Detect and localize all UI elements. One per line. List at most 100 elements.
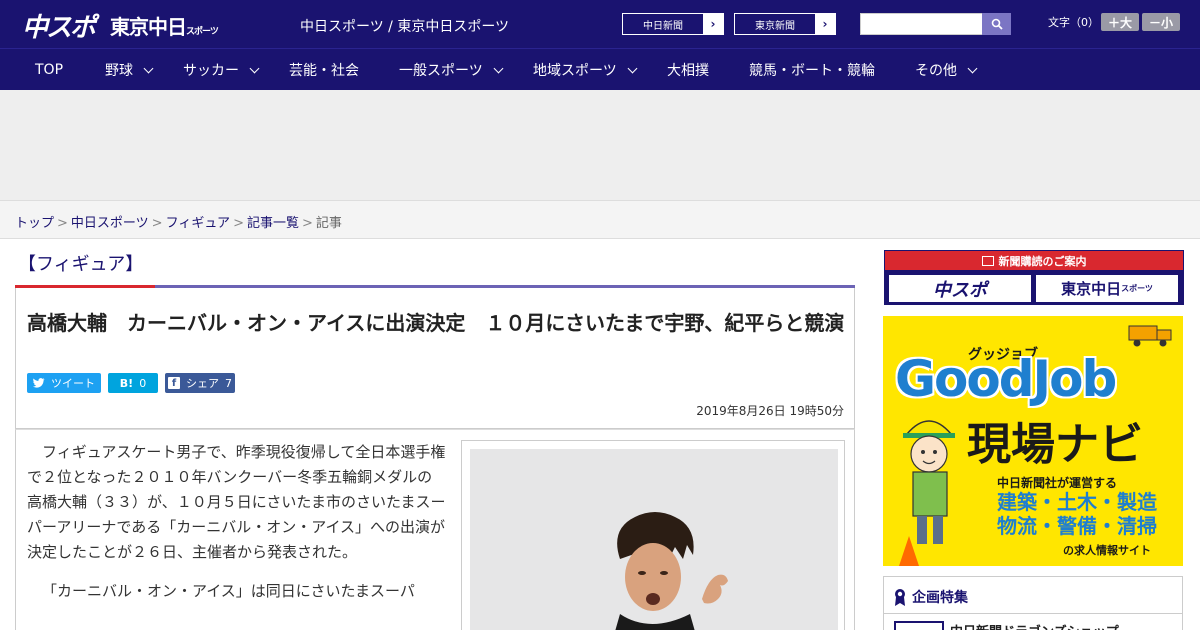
chevron-right-icon: › bbox=[815, 14, 835, 34]
hatena-count: 0 bbox=[139, 376, 147, 390]
chevron-down-icon bbox=[249, 63, 260, 73]
subscription-heading: 新聞購読のご案内 bbox=[885, 251, 1183, 270]
goodjob-categories: 建築・土木・製造 物流・警備・清掃 bbox=[997, 490, 1157, 538]
nav-label: 地域スポーツ bbox=[533, 63, 617, 79]
nav-item-entertainment[interactable]: 芸能・社会 bbox=[289, 49, 359, 91]
subscribe-tokyo-chunichi-logo[interactable]: 東京中日 スポーツ bbox=[1036, 275, 1178, 302]
article-paragraph: 「カーニバル・オン・アイス」は同日にさいたまスーパ bbox=[42, 582, 415, 600]
goodjob-title: GoodJob bbox=[895, 350, 1117, 408]
hatena-icon: B! bbox=[119, 376, 134, 390]
facebook-share-button[interactable]: f シェア 7 bbox=[165, 373, 235, 393]
nav-label: 芸能・社会 bbox=[289, 63, 359, 79]
article-photo-frame bbox=[461, 440, 845, 630]
nav-label: 野球 bbox=[105, 63, 133, 79]
goodjob-operator: 中日新聞社が運営する bbox=[997, 476, 1118, 490]
goodjob-categories-1: 建築・土木・製造 bbox=[997, 490, 1157, 514]
tokyo-logo-small: スポーツ bbox=[186, 27, 219, 37]
search-button[interactable] bbox=[982, 13, 1011, 35]
breadcrumb-separator: > bbox=[301, 216, 313, 231]
hatena-bookmark-button[interactable]: B! 0 bbox=[108, 373, 158, 393]
worker-mascot-icon bbox=[899, 420, 955, 566]
font-smaller-button[interactable]: －小 bbox=[1142, 13, 1180, 31]
nav-label: 大相撲 bbox=[667, 63, 709, 79]
facebook-share-label: シェア bbox=[186, 377, 219, 390]
article-date: 2019年8月26日 19時50分 bbox=[696, 404, 844, 418]
tweet-button[interactable]: ツイート bbox=[27, 373, 101, 393]
chunichi-shimbun-label: 中日新聞 bbox=[643, 20, 683, 32]
feature-title: 企画特集 bbox=[894, 587, 968, 607]
tokyo-logo-text: 東京中日 bbox=[110, 15, 187, 39]
newspaper-icon bbox=[981, 255, 994, 266]
nav-label: 一般スポーツ bbox=[399, 63, 483, 79]
breadcrumb-chunichi-sports[interactable]: 中日スポーツ bbox=[71, 216, 149, 231]
nav-item-top[interactable]: TOP bbox=[35, 49, 63, 91]
article-category: 【フィギュア】 bbox=[18, 254, 144, 275]
feature-item-dragons-shop[interactable]: 中日新聞ドラゴンズショップ bbox=[950, 621, 1119, 630]
article-paragraph: フィギュアスケート男子で、昨季現役復帰して全日本選手権で２位となった２０１０年バ… bbox=[27, 443, 446, 561]
breadcrumb: トップ > 中日スポーツ > フィギュア > 記事一覧 > 記事 bbox=[15, 212, 342, 231]
facebook-icon: f bbox=[168, 377, 180, 389]
feature-divider bbox=[884, 613, 1182, 614]
dragons-shop-thumbnail[interactable] bbox=[894, 621, 944, 630]
nav-item-racing[interactable]: 競馬・ボート・競輪 bbox=[749, 49, 875, 91]
tokyo-chunichi-logo[interactable]: 東京中日スポーツ bbox=[110, 11, 219, 40]
chevron-down-icon bbox=[143, 63, 154, 73]
breadcrumb-separator: > bbox=[233, 216, 244, 231]
nav-item-baseball[interactable]: 野球 bbox=[105, 49, 154, 91]
nav-label: その他 bbox=[915, 63, 957, 79]
tweet-label: ツイート bbox=[51, 377, 95, 390]
search-icon bbox=[991, 18, 1003, 30]
article-photo[interactable] bbox=[470, 449, 838, 630]
goodjob-ad[interactable]: グッジョブ GoodJob 現場ナビ 中日新聞社が運営する 建築・土木・製造 物… bbox=[883, 316, 1183, 566]
feature-title-text: 企画特集 bbox=[912, 590, 968, 606]
breadcrumb-bar: トップ > 中日スポーツ > フィギュア > 記事一覧 > 記事 bbox=[0, 200, 1200, 239]
goodjob-tagline: の求人情報サイト bbox=[1063, 544, 1151, 557]
site-names: 中日スポーツ / 東京中日スポーツ bbox=[300, 19, 510, 35]
facebook-share-count: 7 bbox=[225, 376, 232, 390]
nav-label: サッカー bbox=[183, 63, 239, 79]
article-header: 高橋大輔 カーニバル・オン・アイスに出演決定 １０月にさいたまで宇野、紀平らと競… bbox=[15, 288, 855, 429]
top-header: 中スポ 東京中日スポーツ 中日スポーツ / 東京中日スポーツ 中日新聞 › 東京… bbox=[0, 0, 1200, 48]
feature-box: 企画特集 中日新聞ドラゴンズショップ bbox=[883, 576, 1183, 630]
subscribe-chuspo-logo[interactable]: 中スポ bbox=[889, 275, 1031, 302]
ad-banner-area bbox=[0, 90, 1200, 200]
chevron-down-icon bbox=[627, 63, 638, 73]
ribbon-icon bbox=[895, 589, 905, 606]
nav-item-soccer[interactable]: サッカー bbox=[183, 49, 260, 91]
chevron-down-icon bbox=[967, 63, 978, 73]
font-size-label: 文字（0） bbox=[1048, 16, 1099, 29]
breadcrumb-top[interactable]: トップ bbox=[15, 216, 54, 231]
chunichi-shimbun-link[interactable]: 中日新聞 › bbox=[622, 13, 724, 35]
breadcrumb-separator: > bbox=[151, 216, 163, 231]
subscribe-tokyo-text: 東京中日 bbox=[1061, 280, 1122, 298]
main-nav: TOP 野球 サッカー 芸能・社会 一般スポーツ 地域スポーツ 大相撲 競馬・ボ… bbox=[0, 48, 1200, 90]
goodjob-navi: 現場ナビ bbox=[967, 419, 1143, 470]
nav-item-other[interactable]: その他 bbox=[915, 49, 978, 91]
nav-item-sumo[interactable]: 大相撲 bbox=[667, 49, 709, 91]
nav-label: 競馬・ボート・競輪 bbox=[749, 63, 875, 79]
chevron-right-icon: › bbox=[703, 14, 723, 34]
goodjob-categories-2: 物流・警備・清掃 bbox=[997, 514, 1157, 538]
skater-photo-image bbox=[470, 449, 838, 630]
search-input[interactable] bbox=[860, 13, 983, 35]
breadcrumb-current: 記事 bbox=[315, 216, 342, 231]
nav-label: TOP bbox=[35, 62, 64, 78]
subscribe-tokyo-small: スポーツ bbox=[1121, 284, 1153, 293]
nav-item-local-sports[interactable]: 地域スポーツ bbox=[533, 49, 638, 91]
tokyo-shimbun-label: 東京新聞 bbox=[755, 20, 795, 32]
subscription-heading-text: 新聞購読のご案内 bbox=[998, 254, 1087, 268]
breadcrumb-figure[interactable]: フィギュア bbox=[166, 216, 230, 231]
article-title: 高橋大輔 カーニバル・オン・アイスに出演決定 １０月にさいたまで宇野、紀平らと競… bbox=[27, 311, 845, 335]
breadcrumb-article-list[interactable]: 記事一覧 bbox=[247, 216, 299, 231]
nav-item-general-sports[interactable]: 一般スポーツ bbox=[399, 49, 504, 91]
article-text: フィギュアスケート男子で、昨季現役復帰して全日本選手権で２位となった２０１０年バ… bbox=[27, 440, 447, 618]
article-body: フィギュアスケート男子で、昨季現役復帰して全日本選手権で２位となった２０１０年バ… bbox=[15, 429, 855, 630]
subscription-banner[interactable]: 新聞購読のご案内 中スポ 東京中日 スポーツ bbox=[884, 250, 1184, 305]
chevron-down-icon bbox=[493, 63, 504, 73]
twitter-bird-icon bbox=[33, 378, 45, 388]
font-larger-button[interactable]: ＋大 bbox=[1101, 13, 1139, 31]
truck-icon bbox=[1128, 325, 1172, 347]
breadcrumb-separator: > bbox=[57, 216, 68, 231]
chuspo-logo[interactable]: 中スポ bbox=[22, 7, 96, 44]
tokyo-shimbun-link[interactable]: 東京新聞 › bbox=[734, 13, 836, 35]
